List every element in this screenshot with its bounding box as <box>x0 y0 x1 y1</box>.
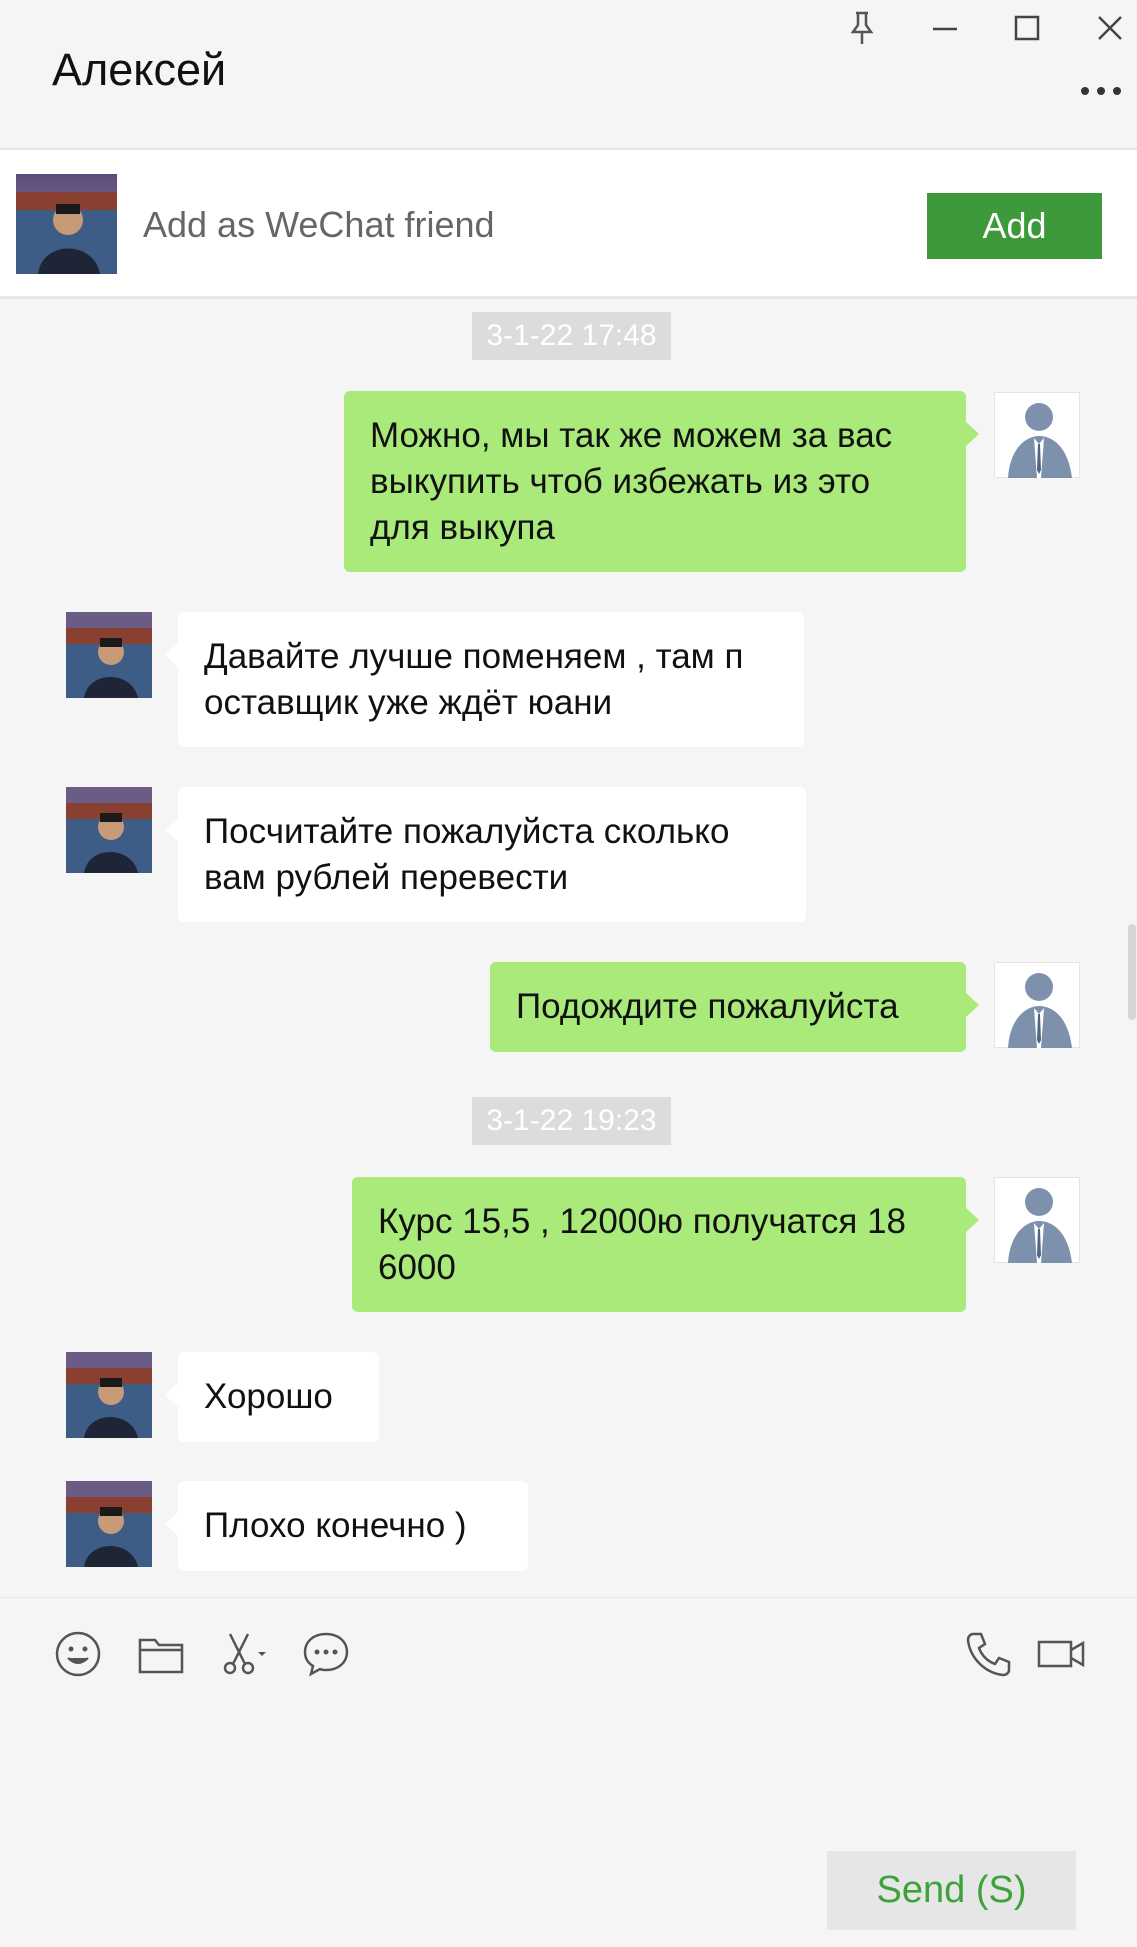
message-bubble-outgoing[interactable]: Курс 15,5 , 12000ю получатся 18 6000 <box>352 1177 966 1312</box>
timestamp: 3-1-22 17:48 <box>472 312 671 360</box>
send-button[interactable]: Send (S) <box>827 1851 1076 1930</box>
message-line: Подождите пожалуйста <box>516 987 899 1026</box>
bubble-tail <box>165 818 178 842</box>
message-line: для выкупа <box>370 508 555 547</box>
message-bubble-incoming[interactable]: Хорошо <box>178 1352 379 1442</box>
bubble-tail <box>165 643 178 667</box>
add-friend-button[interactable]: Add <box>927 193 1102 259</box>
title-bar: Алексей <box>0 0 1137 150</box>
message-bubble-incoming[interactable]: Плохо конечно ) <box>178 1481 528 1571</box>
my-avatar[interactable] <box>994 1177 1080 1263</box>
add-friend-prompt: Add as WeChat friend <box>143 204 495 245</box>
maximize-icon[interactable] <box>1007 8 1047 48</box>
bubble-tail <box>966 993 979 1017</box>
my-avatar[interactable] <box>994 392 1080 478</box>
phone-icon[interactable] <box>963 1628 1015 1680</box>
message-bubble-outgoing[interactable]: Можно, мы так же можем за вас выкупить ч… <box>344 391 966 572</box>
scissors-icon[interactable] <box>218 1628 270 1680</box>
message-input-area[interactable]: Send (S) <box>0 1597 1137 1947</box>
folder-icon[interactable] <box>135 1628 187 1680</box>
bubble-tail <box>165 1383 178 1407</box>
contact-avatar[interactable] <box>66 612 152 698</box>
contact-avatar[interactable] <box>16 174 117 274</box>
close-icon[interactable] <box>1090 8 1130 48</box>
add-friend-bar: Add as WeChat friend Add <box>0 150 1137 299</box>
contact-avatar[interactable] <box>66 1481 152 1567</box>
message-line: Плохо конечно ) <box>204 1506 467 1545</box>
message-bubble-outgoing[interactable]: Подождите пожалуйста <box>490 962 966 1052</box>
chat-title: Алексей <box>52 44 227 95</box>
pin-icon[interactable] <box>842 8 882 48</box>
scrollbar-thumb[interactable] <box>1128 924 1136 1020</box>
chat-history-icon[interactable] <box>300 1628 352 1680</box>
video-icon[interactable] <box>1035 1628 1087 1680</box>
message-bubble-incoming[interactable]: Посчитайте пожалуйста сколько вам рублей… <box>178 787 806 922</box>
message-bubble-incoming[interactable]: Давайте лучше поменяем , там п оставщик … <box>178 612 804 747</box>
bubble-tail <box>966 1208 979 1232</box>
message-line: вам рублей перевести <box>204 858 569 897</box>
message-line: 6000 <box>378 1248 456 1287</box>
message-line: Посчитайте пожалуйста сколько <box>204 812 730 851</box>
message-line: Можно, мы так же можем за вас <box>370 416 893 455</box>
minimize-icon[interactable] <box>925 8 965 48</box>
contact-avatar[interactable] <box>66 787 152 873</box>
bubble-tail <box>165 1512 178 1536</box>
more-icon[interactable] <box>1077 76 1125 106</box>
message-line: Курс 15,5 , 12000ю получатся 18 <box>378 1202 907 1241</box>
bubble-tail <box>966 422 979 446</box>
contact-avatar[interactable] <box>66 1352 152 1438</box>
my-avatar[interactable] <box>994 962 1080 1048</box>
message-line: Хорошо <box>204 1377 333 1416</box>
emoji-icon[interactable] <box>52 1628 104 1680</box>
message-line: Давайте лучше поменяем , там п <box>204 637 744 676</box>
message-line: оставщик уже ждёт юани <box>204 683 613 722</box>
timestamp: 3-1-22 19:23 <box>472 1097 671 1145</box>
message-line: выкупить чтоб избежать из это <box>370 462 871 501</box>
